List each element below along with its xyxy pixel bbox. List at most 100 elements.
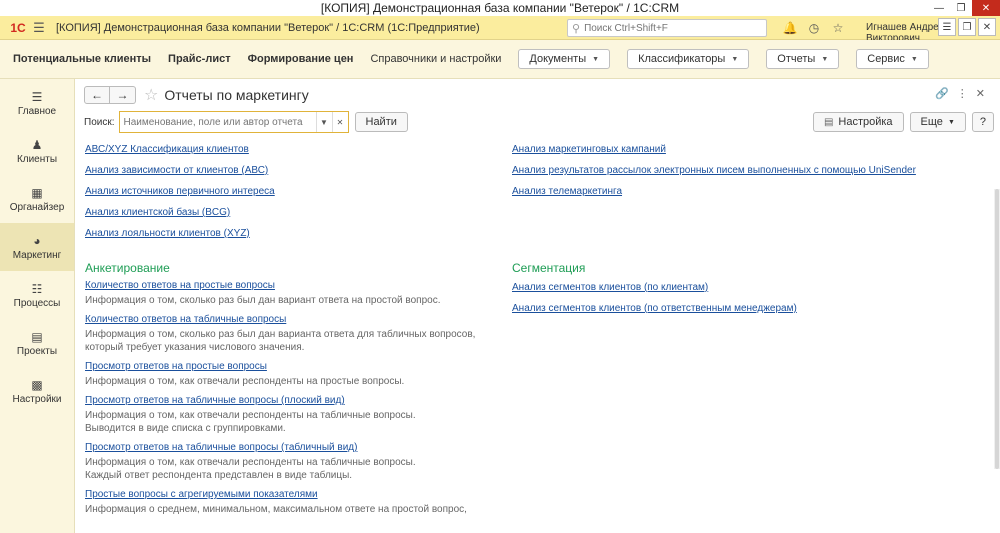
- process-icon: ☷: [31, 281, 43, 296]
- report-description: который требует указания числового значе…: [85, 342, 305, 353]
- sidebar-item-settings[interactable]: ▩ Настройки: [0, 367, 74, 415]
- dropdown-label: Отчеты: [777, 53, 816, 65]
- chevron-down-icon[interactable]: ▼: [315, 112, 332, 132]
- global-search-input[interactable]: [584, 22, 755, 34]
- more-button[interactable]: Еще ▼: [909, 112, 966, 132]
- sidebar-item-label: Клиенты: [16, 153, 58, 165]
- left-column: АВС/XYZ Классификация клиентов Анализ за…: [85, 139, 475, 520]
- section-price-list[interactable]: Прайс-лист: [168, 53, 231, 65]
- clear-icon[interactable]: ✕: [331, 112, 348, 132]
- classifiers-dropdown[interactable]: Классификаторы ▼: [627, 49, 750, 69]
- report-description: Каждый ответ респондента представлен в в…: [85, 470, 353, 481]
- menu-icon: ☰: [31, 89, 43, 104]
- chevron-down-icon: ▼: [731, 55, 739, 63]
- back-button[interactable]: ←: [84, 86, 110, 104]
- sidebar-item-label: Настройки: [12, 393, 62, 405]
- dropdown-label: Документы: [529, 53, 587, 65]
- sidebar: ☰ Главное ♟ Клиенты ▦ Органайзер ◕ Марке…: [0, 79, 75, 533]
- report-link[interactable]: Анализ сегментов клиентов (по клиентам): [512, 277, 916, 298]
- sidebar-item-projects[interactable]: ▤ Проекты: [0, 319, 74, 367]
- report-link[interactable]: Просмотр ответов на табличные вопросы (т…: [85, 439, 475, 456]
- vertical-scrollbar[interactable]: [994, 189, 1000, 469]
- chevron-down-icon: ▼: [947, 118, 955, 126]
- settings-menu-icon[interactable]: ☰: [938, 18, 956, 36]
- favorites-icon[interactable]: ☆: [828, 18, 848, 38]
- app-header: 1С ☰ [КОПИЯ] Демонстрационная база компа…: [0, 16, 1000, 44]
- chevron-down-icon: ▼: [592, 55, 600, 63]
- reports-dropdown[interactable]: Отчеты ▼: [766, 49, 840, 69]
- sidebar-item-clients[interactable]: ♟ Клиенты: [0, 127, 74, 175]
- report-link[interactable]: Анализ сегментов клиентов (по ответствен…: [512, 298, 916, 319]
- sidebar-item-label: Органайзер: [9, 201, 65, 213]
- forward-button[interactable]: →: [110, 86, 136, 104]
- sidebar-item-organizer[interactable]: ▦ Органайзер: [0, 175, 74, 223]
- report-link[interactable]: Простые вопросы с агрегируемыми показате…: [85, 486, 475, 503]
- report-description: Информация о том, как отвечали респонден…: [85, 376, 405, 387]
- app-logo: 1С: [10, 20, 26, 35]
- calendar-icon: ▦: [31, 185, 43, 200]
- report-link[interactable]: Анализ маркетинговых кампаний: [512, 139, 916, 160]
- scrollbar-thumb[interactable]: [995, 189, 999, 469]
- more-vertical-icon[interactable]: ⋮: [957, 87, 968, 100]
- report-link[interactable]: Количество ответов на табличные вопросы: [85, 311, 475, 328]
- sidebar-item-processes[interactable]: ☷ Процессы: [0, 271, 74, 319]
- report-description: Выводится в виде списка с группировками.: [85, 423, 286, 434]
- report-link[interactable]: Анализ зависимости от клиентов (АВС): [85, 160, 475, 181]
- link-icon[interactable]: 🔗: [935, 87, 949, 100]
- report-link[interactable]: Анализ лояльности клиентов (XYZ): [85, 223, 475, 244]
- report-link[interactable]: Анализ клиентской базы (BCG): [85, 202, 475, 223]
- people-icon: ♟: [31, 137, 43, 152]
- chevron-down-icon: ▼: [821, 55, 829, 63]
- sidebar-item-label: Главное: [17, 105, 57, 117]
- window-titlebar: [КОПИЯ] Демонстрационная база компании "…: [0, 0, 1000, 16]
- settings-button-label: Настройка: [838, 116, 893, 128]
- report-link[interactable]: Просмотр ответов на табличные вопросы (п…: [85, 392, 475, 409]
- global-search[interactable]: ⚲: [567, 19, 767, 37]
- sidebar-item-main[interactable]: ☰ Главное: [0, 79, 74, 127]
- app-title: [КОПИЯ] Демонстрационная база компании "…: [56, 21, 480, 34]
- report-link[interactable]: Просмотр ответов на простые вопросы: [85, 358, 475, 375]
- settings-icon: ▩: [31, 377, 43, 392]
- segmentation-group-title: Сегментация: [512, 261, 586, 275]
- chevron-down-icon: ▼: [910, 55, 918, 63]
- report-description: Информация о том, как отвечали респонден…: [85, 457, 416, 468]
- report-link[interactable]: Анализ телемаркетинга: [512, 181, 916, 202]
- sidebar-item-label: Проекты: [16, 345, 58, 357]
- report-search-input[interactable]: [119, 112, 316, 132]
- search-label: Поиск:: [84, 116, 115, 128]
- hamburger-icon[interactable]: ☰: [30, 20, 48, 36]
- minimize-icon[interactable]: —: [928, 0, 950, 16]
- sidebar-item-marketing[interactable]: ◕ Маркетинг: [0, 223, 74, 271]
- report-search[interactable]: ▼ ✕: [118, 111, 349, 133]
- settings-button[interactable]: ▤ Настройка: [812, 112, 904, 132]
- report-link[interactable]: Количество ответов на простые вопросы: [85, 277, 475, 294]
- close-icon[interactable]: ✕: [972, 0, 1000, 16]
- report-description: Информация о среднем, минимальном, макси…: [85, 504, 467, 515]
- close-form-icon[interactable]: ✕: [976, 87, 985, 100]
- dropdown-label: Классификаторы: [638, 53, 726, 65]
- section-potential-clients[interactable]: Потенциальные клиенты: [13, 53, 151, 65]
- service-dropdown[interactable]: Сервис ▼: [856, 49, 929, 69]
- help-button[interactable]: ?: [971, 112, 994, 132]
- bell-icon[interactable]: 🔔: [780, 18, 800, 38]
- report-description: Информация о том, сколько раз был дан ва…: [85, 295, 441, 306]
- report-description: Информация о том, сколько раз был дан ва…: [85, 329, 476, 340]
- documents-dropdown[interactable]: Документы ▼: [518, 49, 611, 69]
- more-button-label: Еще: [920, 116, 943, 128]
- app-close-icon[interactable]: ✕: [978, 18, 996, 36]
- report-link[interactable]: Анализ результатов рассылок электронных …: [512, 160, 916, 181]
- find-button[interactable]: Найти: [354, 112, 408, 132]
- window-title: [КОПИЯ] Демонстрационная база компании "…: [320, 1, 680, 15]
- right-column: Анализ маркетинговых кампаний Анализ рез…: [512, 139, 916, 319]
- report-link[interactable]: Анализ источников первичного интереса: [85, 181, 475, 202]
- history-icon[interactable]: ◷: [804, 18, 824, 38]
- favorite-star-icon[interactable]: ☆: [144, 85, 158, 105]
- section-panel: Потенциальные клиенты Прайс-лист Формиро…: [0, 40, 1000, 79]
- chart-icon: ▤: [31, 329, 43, 344]
- restore-icon[interactable]: ❐: [958, 18, 976, 36]
- section-references[interactable]: Справочники и настройки: [370, 53, 501, 65]
- report-link[interactable]: АВС/XYZ Классификация клиентов: [85, 139, 475, 160]
- maximize-icon[interactable]: ❐: [950, 0, 972, 16]
- report-description: Информация о том, как отвечали респонден…: [85, 410, 416, 421]
- section-pricing[interactable]: Формирование цен: [248, 53, 354, 65]
